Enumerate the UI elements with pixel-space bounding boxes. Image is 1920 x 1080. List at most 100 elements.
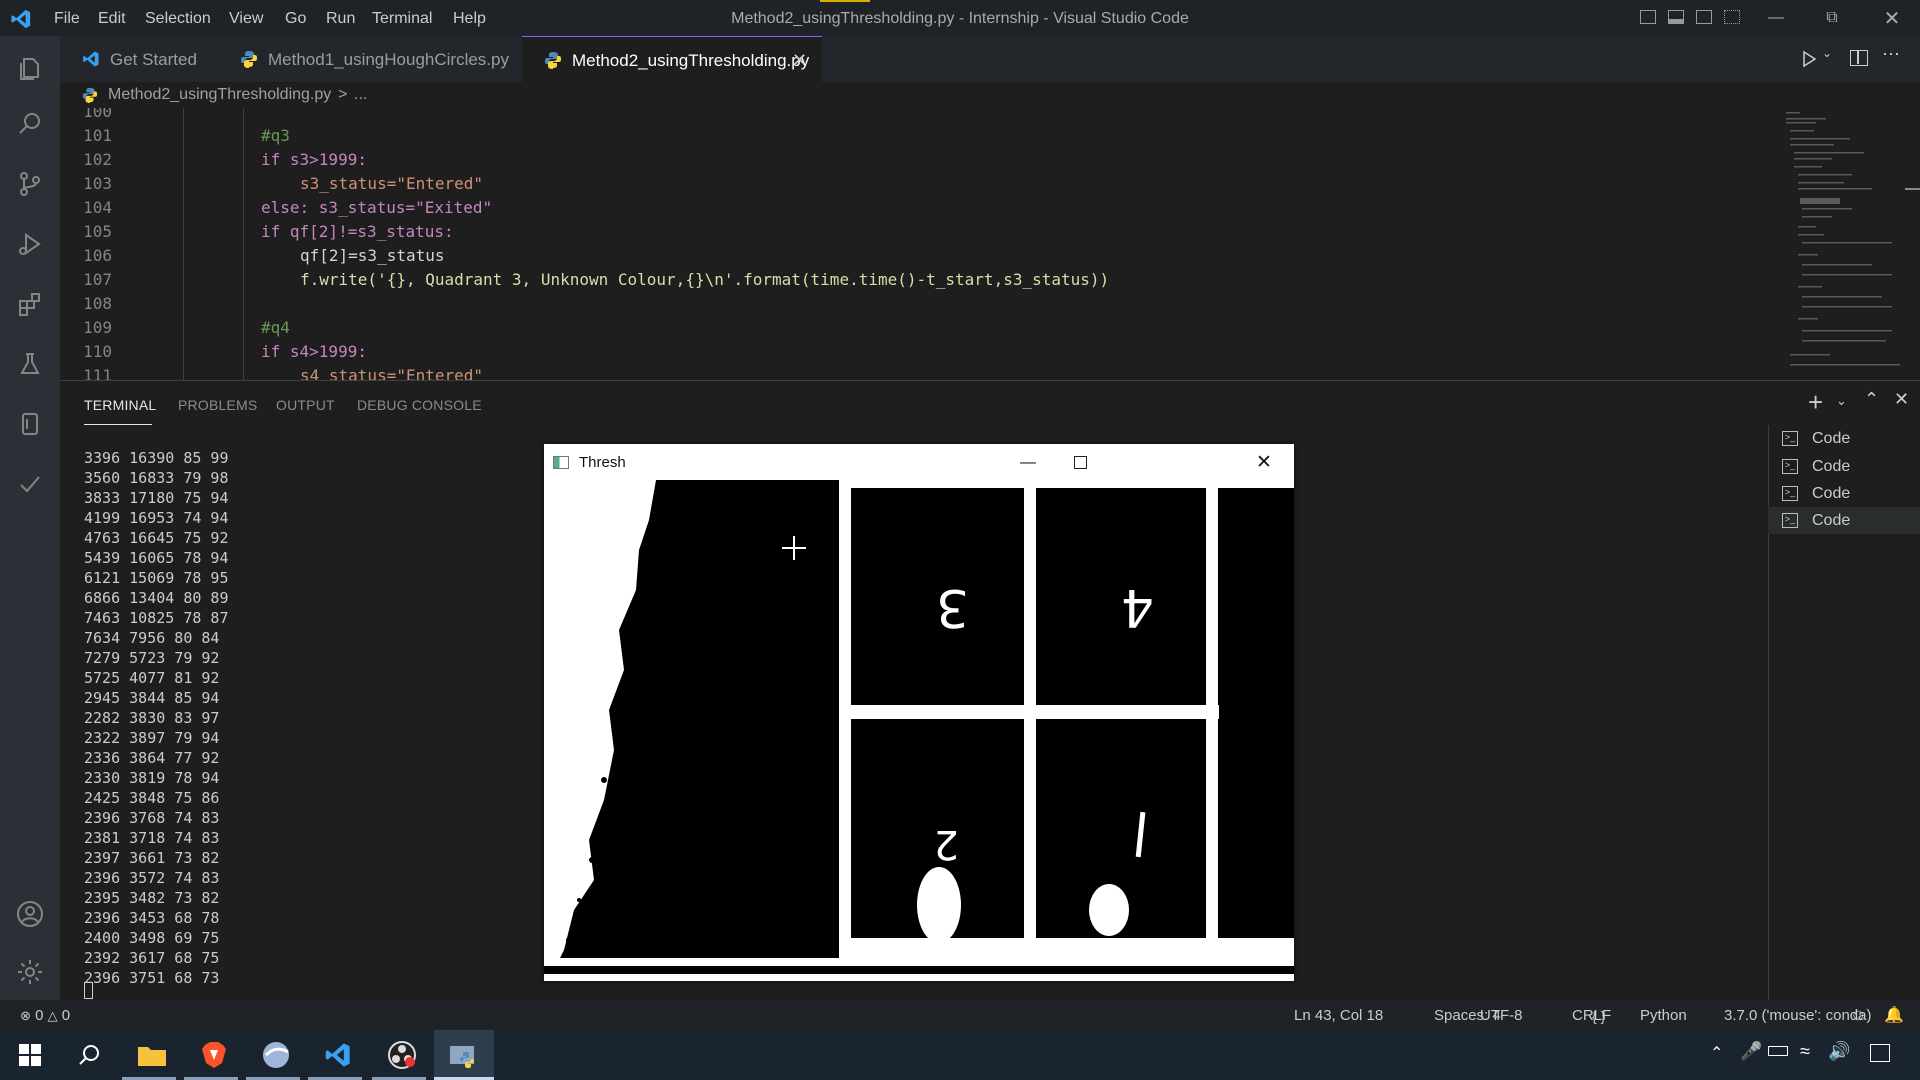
terminal-line: 7279 5723 79 92 — [84, 649, 220, 667]
minimap-preview — [1786, 112, 1900, 366]
customize-layout-icon[interactable] — [1724, 10, 1740, 24]
menu-help[interactable]: Help — [453, 0, 486, 36]
source-control-icon[interactable] — [14, 168, 46, 200]
notification-center-icon[interactable] — [1870, 1044, 1890, 1062]
wifi-icon[interactable]: ≈ — [1800, 1041, 1810, 1062]
tab-output[interactable]: OUTPUT — [276, 397, 335, 413]
terminal-line: 4199 16953 74 94 — [84, 509, 229, 527]
tab-close-icon[interactable]: ✕ — [792, 37, 807, 84]
notifications-icon[interactable]: 🔔 — [1884, 1000, 1904, 1032]
tab-label: Method1_usingHoughCircles.py — [268, 50, 509, 69]
terminal-line: 2282 3830 83 97 — [84, 709, 220, 727]
breadcrumb-symbols[interactable]: ... — [354, 82, 367, 108]
terminal-dropdown-icon[interactable]: ⌄ — [1836, 393, 1847, 409]
line-number: 106 — [83, 246, 112, 265]
thresh-close-icon[interactable]: ✕ — [1256, 444, 1272, 482]
terminal-line: 3833 17180 75 94 — [84, 489, 229, 507]
language-label[interactable]: Python — [1640, 1000, 1687, 1032]
tab-method2[interactable]: Method2_usingThresholding.py ✕ — [522, 36, 822, 82]
run-file-icon[interactable] — [1800, 50, 1818, 68]
minimap[interactable] — [1780, 108, 1905, 380]
terminal-list-item[interactable]: >_ Code — [1768, 425, 1920, 452]
language-mode[interactable]: { } — [1592, 1000, 1605, 1033]
tab-debug-console[interactable]: DEBUG CONSOLE — [357, 397, 482, 413]
python-icon — [241, 51, 257, 68]
terminal-line: 2400 3498 69 75 — [84, 929, 220, 947]
restore-icon[interactable]: ⧉ — [1804, 0, 1860, 36]
line-number: 103 — [83, 174, 112, 193]
terminal-line: 3560 16833 79 98 — [84, 469, 229, 487]
checkmark-icon[interactable] — [14, 468, 46, 500]
terminal-list-item-selected[interactable]: >_ Code — [1768, 507, 1920, 534]
code-line-106: qf[2]=s3_status — [300, 246, 445, 265]
code-line-110: if s4>1999: — [261, 342, 367, 361]
thresh-window[interactable]: Thresh — ✕ 3 4 2 — [544, 444, 1294, 981]
new-terminal-icon[interactable]: + — [1808, 387, 1823, 418]
obs-studio-icon[interactable] — [372, 1030, 432, 1080]
more-actions-icon[interactable]: ⋯ — [1882, 44, 1900, 65]
code-editor[interactable]: 100 101 102 103 104 105 106 107 108 109 … — [60, 108, 1780, 380]
toggle-sidebar-icon[interactable] — [1640, 10, 1656, 24]
explorer-icon[interactable] — [14, 52, 46, 84]
feedback-icon[interactable]: ☺ — [1850, 1000, 1866, 1032]
terminal-line: 2397 3661 73 82 — [84, 849, 220, 867]
title-accent-bar — [820, 0, 870, 2]
encoding[interactable]: UTF-8 — [1480, 1000, 1523, 1032]
minimize-icon[interactable]: — — [1748, 0, 1804, 36]
vscode-taskbar-icon[interactable] — [308, 1030, 368, 1080]
run-debug-icon[interactable] — [14, 228, 46, 260]
menu-selection[interactable]: Selection — [145, 0, 211, 36]
close-icon[interactable]: ✕ — [1864, 0, 1920, 36]
account-icon[interactable] — [14, 898, 46, 930]
show-hidden-icons[interactable]: ⌃ — [1710, 1043, 1723, 1063]
menu-file[interactable]: File — [54, 0, 80, 36]
start-windows-icon[interactable] — [0, 1030, 60, 1080]
terminal-line: 7463 10825 78 87 — [84, 609, 229, 627]
remote-explorer-icon[interactable] — [14, 408, 46, 440]
breadcrumb-file[interactable]: Method2_usingThresholding.py — [108, 82, 331, 108]
run-dropdown-icon[interactable]: ⌄ — [1822, 46, 1832, 60]
search-icon[interactable] — [14, 108, 46, 140]
python-window-icon[interactable] — [434, 1030, 494, 1080]
tab-problems[interactable]: PROBLEMS — [178, 397, 257, 413]
terminal-icon: >_ — [1782, 431, 1798, 446]
menu-edit[interactable]: Edit — [98, 0, 126, 36]
code-line-107: f.write('{}, Quadrant 3, Unknown Colour,… — [300, 270, 1110, 289]
terminal-line: 7634 7956 80 84 — [84, 629, 220, 647]
problems-status[interactable]: ⊗ 0 △ 0 — [20, 1000, 70, 1032]
python-icon — [82, 87, 98, 103]
menu-run[interactable]: Run — [326, 0, 355, 36]
extensions-icon[interactable] — [14, 288, 46, 320]
taskbar-search-icon[interactable] — [60, 1030, 120, 1080]
file-explorer-icon[interactable] — [122, 1030, 182, 1080]
thresh-maximize-icon[interactable] — [1074, 456, 1087, 469]
tab-get-started[interactable]: Get Started — [60, 36, 218, 82]
menu-go[interactable]: Go — [285, 0, 306, 36]
ninja-app-icon[interactable] — [246, 1030, 306, 1080]
indent-guide — [243, 108, 244, 380]
brave-browser-icon[interactable] — [184, 1030, 244, 1080]
terminal-line: 2322 3897 79 94 — [84, 729, 220, 747]
terminal-list-item[interactable]: >_ Code — [1768, 480, 1920, 507]
cursor-position[interactable]: Ln 43, Col 18 — [1294, 1000, 1383, 1032]
toggle-secondary-sidebar-icon[interactable] — [1696, 10, 1712, 24]
menu-view[interactable]: View — [229, 0, 263, 36]
close-panel-icon[interactable]: ✕ — [1894, 389, 1909, 410]
volume-icon[interactable]: 🔊 — [1828, 1041, 1850, 1062]
split-editor-icon[interactable] — [1850, 50, 1868, 66]
settings-gear-icon[interactable] — [14, 956, 46, 988]
menu-terminal[interactable]: Terminal — [372, 0, 432, 36]
maximize-panel-icon[interactable]: ⌃ — [1864, 389, 1879, 410]
testing-icon[interactable] — [14, 348, 46, 380]
tab-method1[interactable]: Method1_usingHoughCircles.py — [218, 36, 522, 82]
terminal-list-item[interactable]: >_ Code — [1768, 453, 1920, 480]
microphone-icon[interactable]: 🎤 — [1740, 1041, 1762, 1062]
battery-icon[interactable] — [1768, 1046, 1788, 1056]
terminal-line: 6866 13404 80 89 — [84, 589, 229, 607]
toggle-panel-icon[interactable] — [1668, 10, 1684, 24]
active-tab-underline — [84, 424, 152, 425]
thresh-title-bar[interactable]: Thresh — ✕ — [544, 444, 1294, 480]
thresh-minimize-icon[interactable]: — — [1020, 444, 1036, 482]
terminal-line: 4763 16645 75 92 — [84, 529, 229, 547]
tab-terminal[interactable]: TERMINAL — [84, 397, 156, 413]
